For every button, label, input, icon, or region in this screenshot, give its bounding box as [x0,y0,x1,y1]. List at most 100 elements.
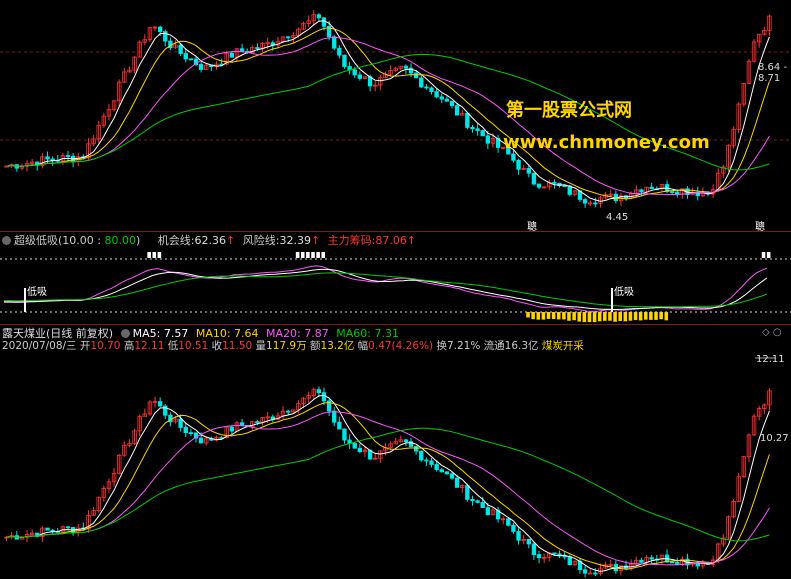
candle-body [480,130,485,137]
signal-bar [562,312,566,320]
signal-bar [618,312,622,321]
candle-body [434,91,439,98]
amt-label: 额 [309,340,321,352]
signal-bar [659,312,663,320]
ma60-value: 7.31 [374,327,399,340]
candle-body [45,156,50,160]
indicator-panel[interactable]: 超级低吸(10.00 : 80.00) 机会线:62.36↑ 风险线:32.39… [0,231,791,324]
settings-icon[interactable] [2,236,11,245]
candle-body [285,36,291,39]
ma-line [6,27,770,200]
candle-body [321,17,327,27]
main-kline-chart[interactable] [0,0,791,231]
candle-body [342,428,347,441]
ma20-value: 7.87 [304,327,329,340]
candle-body [485,135,491,144]
float-value: 16.3亿 [504,340,539,352]
candle-body [178,44,183,54]
signal-bar [633,312,638,321]
peak-bar [761,252,766,258]
lower-kline-chart[interactable] [0,325,791,579]
candle-body [552,181,557,184]
candle-body [506,518,511,526]
candle-body [188,58,194,61]
peak-bar [295,252,300,258]
signal-bar [592,312,597,323]
ma-line [6,427,770,542]
candle-body [449,100,455,106]
candle-body [675,191,680,195]
ma5-label: MA5: [132,327,161,340]
signal-bar [526,312,530,318]
indicator-name: 超级低吸 [14,234,58,247]
signal-bar [603,312,607,321]
candle-body [593,202,598,205]
candle-body [465,485,470,500]
signal-bar [567,312,571,321]
candle-body [475,128,480,131]
ma20-label: MA20: [266,327,301,340]
candle-body [239,422,245,426]
candle-body [419,450,424,461]
candle-body [50,158,55,161]
indicator-param1: 10.00 [62,234,94,247]
candle-body [352,69,357,76]
risk-value: 32.39 [279,234,311,247]
candle-body [332,36,337,49]
kline-window: { "watermark": {"line1": "第一股票公式网", "lin… [0,0,791,579]
risk-label: 风险线: [242,234,280,247]
high-price-tag: 8.64 - 8.71 [758,62,788,84]
main-kline-panel[interactable]: 第一股票公式网 www.chnmoney.com 8.64 - 8.71 4.4… [0,0,791,233]
open-label: 开 [79,340,91,352]
main-value: 87.06 [375,234,407,247]
candle-body [470,127,475,130]
settings-icon[interactable] [120,329,130,338]
turnover-label: 换 [436,340,447,352]
candle-body [357,447,363,453]
close-value: 11.50 [222,340,253,352]
candle-body [562,185,567,187]
candle-body [475,500,480,503]
signal-bar [536,312,541,320]
candle-body [444,98,450,102]
candle-body [675,561,680,565]
ma60-label: MA60: [336,327,371,340]
low-value: 10.51 [178,340,209,352]
signal-bar [551,312,556,320]
candle-body [198,437,204,444]
signal-bar [541,312,546,320]
candle-body [470,499,475,502]
watermark-url: www.chnmoney.com [503,132,710,153]
chg-value: 0.47(4.26%) [368,340,434,352]
concept-tag[interactable]: 煤炭开采 [542,340,584,352]
candle-body [536,183,542,188]
candle-body [188,432,194,435]
candle-body [229,426,235,432]
candle-body [65,526,71,529]
candle-body [198,64,204,70]
signal-bar [623,312,628,322]
signal-bar [628,312,633,321]
candle-body [50,529,55,532]
candle-body [511,153,516,161]
candle-body [424,459,429,462]
panel-controls[interactable]: ◇ ○ [762,327,782,338]
candle-body [649,186,654,190]
high-value: 12.11 [134,340,165,352]
candle-body [239,48,245,52]
candle-body [178,418,183,428]
signal-left: 低吸 [27,287,47,298]
candle-body [480,502,485,509]
candle-body [444,471,450,475]
candle-body [649,557,654,560]
lower-kline-panel[interactable]: 露天煤业(日线 前复权) MA5: 7.57 MA10: 7.64 MA20: … [0,324,791,579]
candle-body [403,439,409,443]
candle-body [454,477,460,488]
candle-body [449,473,455,479]
ma-line [6,411,770,566]
quote-date: 2020/07/08/三 [2,340,77,352]
indicator-line [3,272,768,308]
candle-body [511,524,516,532]
candle-body [157,401,163,407]
candle-body [536,554,542,559]
